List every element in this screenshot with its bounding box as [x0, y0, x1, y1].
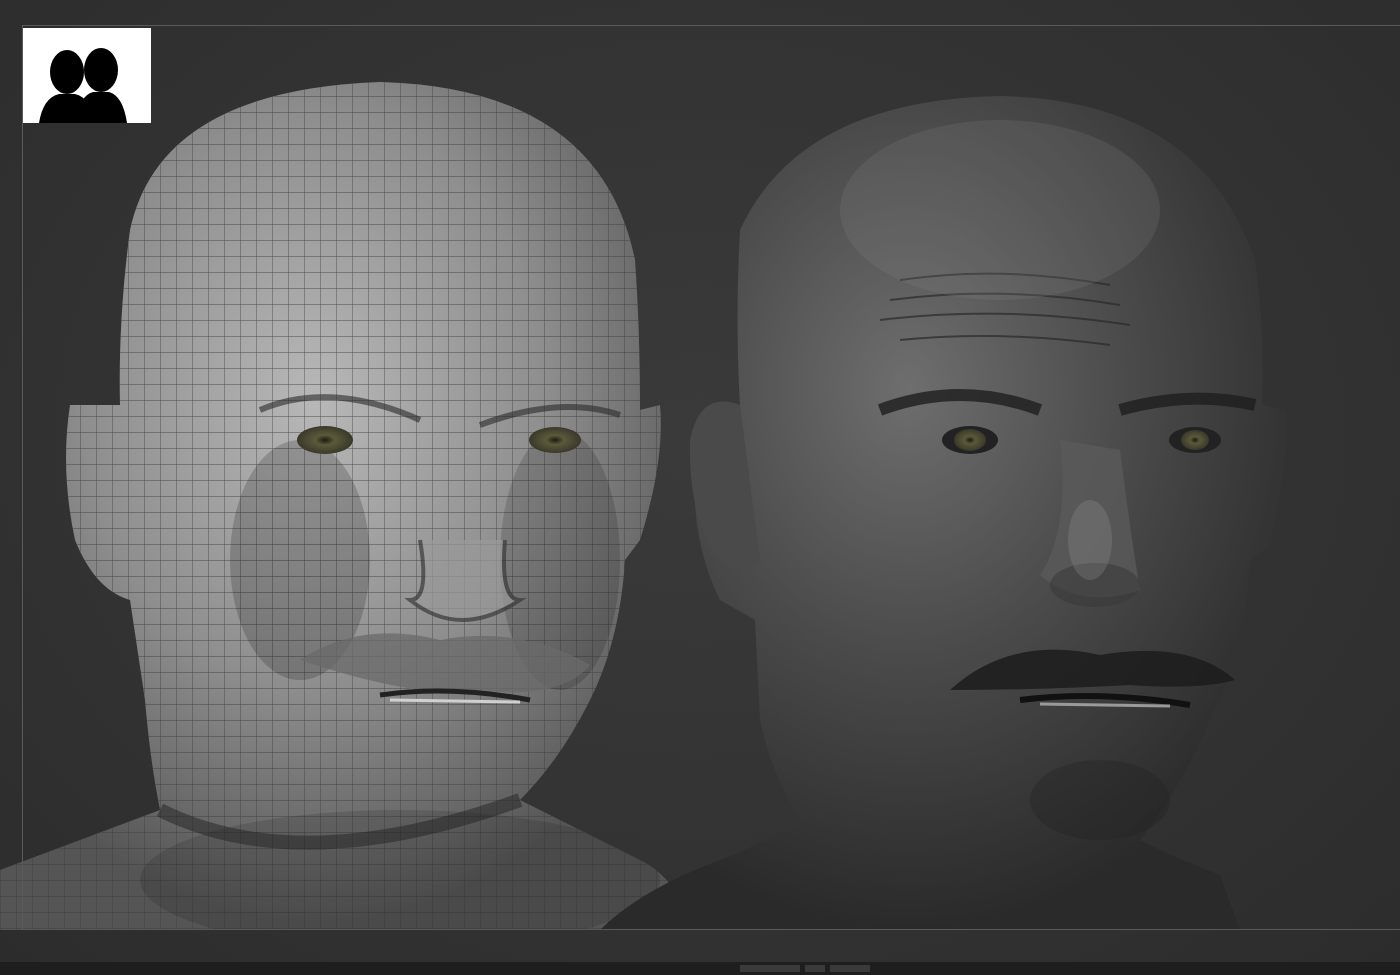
zbrush-viewport[interactable] [0, 0, 1400, 975]
bottom-shelf[interactable] [0, 962, 1400, 975]
sculpted-head [600, 96, 1286, 930]
viewport-frame-bottom [22, 929, 1400, 930]
wireframe-head[interactable] [0, 0, 1400, 975]
shelf-segment[interactable] [805, 965, 825, 972]
viewport-frame-left [22, 25, 23, 930]
shelf-segment[interactable] [740, 965, 800, 972]
viewport-frame-top [22, 25, 1400, 26]
shelf-segment[interactable] [830, 965, 870, 972]
